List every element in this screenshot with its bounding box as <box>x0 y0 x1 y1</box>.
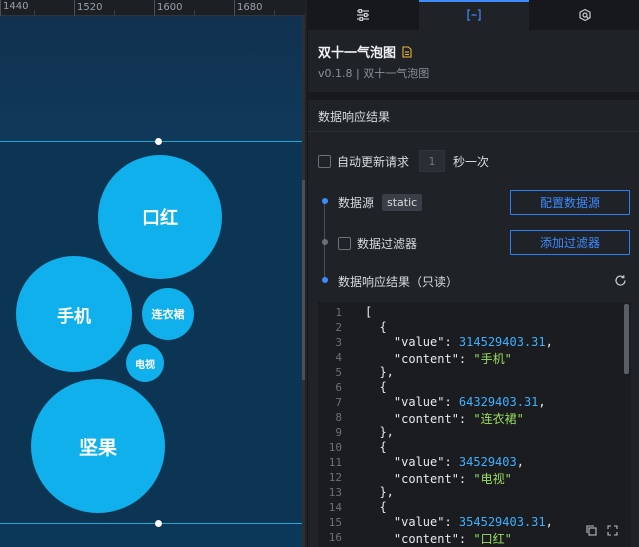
data-source-type-badge: static <box>382 193 423 211</box>
bubble-lipstick[interactable]: 口红 <box>98 155 222 279</box>
data-filter-row: 数据过滤器 <box>338 234 417 252</box>
code-line: { <box>365 380 387 394</box>
code-line: [ <box>365 305 373 319</box>
code-line: { <box>365 320 387 334</box>
ruler-tick <box>234 0 235 16</box>
code-line: { <box>365 440 387 454</box>
interaction-icon <box>578 8 592 22</box>
code-line: }, <box>365 425 394 439</box>
timeline-dot-result <box>322 277 328 283</box>
interval-input[interactable]: 1 <box>419 150 446 172</box>
add-filter-button[interactable]: 添加过滤器 <box>510 230 630 255</box>
interval-unit: 秒一次 <box>453 154 490 169</box>
data-result-label: 数据响应结果（只读） <box>338 274 459 289</box>
code-line: }, <box>365 365 394 379</box>
horizontal-ruler: 1440 1520 1600 1680 <box>0 0 305 16</box>
line-number: 7 <box>335 396 342 409</box>
editor-scrollbar[interactable] <box>624 304 629 374</box>
code-line: }, <box>365 485 394 499</box>
refresh-icon[interactable] <box>614 272 627 291</box>
data-filter-label: 数据过滤器 <box>357 236 418 251</box>
line-number: 15 <box>328 516 342 529</box>
line-number: 11 <box>328 456 342 469</box>
document-icon[interactable] <box>402 45 412 58</box>
line-number: 12 <box>328 471 342 484</box>
ruler-label: 1440 <box>3 1 29 12</box>
ruler-label: 1680 <box>237 2 263 13</box>
code-line: "value": 64329403.31, <box>365 395 546 409</box>
line-number: 16 <box>328 531 342 544</box>
ruler-tick <box>0 0 1 16</box>
bubble-phone[interactable]: 手机 <box>16 256 132 372</box>
code-line: "value": 34529403, <box>365 455 524 469</box>
json-code-editor[interactable]: 1 2 3 4 5 6 7 8 9 10 11 12 13 14 15 16 [ { "value": 314… <box>318 302 631 547</box>
code-line: "value": 314529403.31, <box>365 335 553 349</box>
section-divider <box>308 92 639 100</box>
line-number: 2 <box>335 321 342 334</box>
code-line: "value": 354529403.31, <box>365 515 553 529</box>
code-line: "content": "口红" <box>365 532 512 546</box>
data-flow-timeline <box>322 197 328 287</box>
data-bracket-icon <box>466 9 482 21</box>
ruler-tick <box>154 0 155 16</box>
ruler-tick <box>74 0 75 16</box>
resize-handle-bottom[interactable] <box>155 520 162 527</box>
bubble-tv[interactable]: 电视 <box>126 344 164 382</box>
line-number: 6 <box>335 381 342 394</box>
auto-update-row: 自动更新请求 1 秒一次 <box>318 150 489 172</box>
canvas-scrollbar-thumb[interactable] <box>302 180 305 380</box>
line-number: 3 <box>335 336 342 349</box>
resize-handle-top[interactable] <box>155 138 162 145</box>
ruler-label: 1600 <box>157 2 183 13</box>
line-number-gutter: 1 2 3 4 5 6 7 8 9 10 11 12 13 14 15 16 <box>318 302 358 547</box>
line-number: 8 <box>335 411 342 424</box>
filter-checkbox[interactable] <box>338 236 351 250</box>
data-source-row: 数据源 static <box>338 192 423 212</box>
config-panel: 双十一气泡图 v0.1.8 | 双十一气泡图 数据响应结果 自动更新请求 1 秒… <box>307 0 639 547</box>
tab-config[interactable] <box>308 0 419 30</box>
line-number: 10 <box>328 441 342 454</box>
bubble-nuts[interactable]: 坚果 <box>31 379 165 513</box>
fullscreen-icon[interactable] <box>607 521 618 540</box>
line-number: 1 <box>335 306 342 319</box>
section-title: 数据响应结果 <box>318 110 391 124</box>
panel-tabs <box>308 0 639 30</box>
line-number: 14 <box>328 501 342 514</box>
design-canvas[interactable]: 1440 1520 1600 1680 口红 手机 连衣裙 电视 坚果 <box>0 0 305 547</box>
component-version: v0.1.8 | 双十一气泡图 <box>318 67 430 80</box>
editor-toolbar <box>586 521 618 540</box>
code-line: { <box>365 500 387 514</box>
line-number: 4 <box>335 351 342 364</box>
bubble-dress[interactable]: 连衣裙 <box>142 288 194 340</box>
component-title: 双十一气泡图 <box>318 46 397 61</box>
data-source-label: 数据源 <box>338 195 375 210</box>
line-number: 9 <box>335 426 342 439</box>
tab-interaction[interactable] <box>529 0 639 30</box>
tab-data[interactable] <box>418 0 530 30</box>
auto-update-label: 自动更新请求 <box>337 154 410 169</box>
timeline-dot-source <box>322 198 328 204</box>
auto-update-checkbox[interactable] <box>318 154 331 168</box>
component-header: 双十一气泡图 <box>318 42 412 61</box>
line-number: 13 <box>328 486 342 499</box>
configure-source-button[interactable]: 配置数据源 <box>510 190 630 215</box>
section-separator <box>308 131 639 132</box>
line-number: 5 <box>335 366 342 379</box>
timeline-dot-filter <box>322 239 328 245</box>
sliders-icon <box>356 9 370 21</box>
data-result-row: 数据响应结果（只读） <box>338 272 458 290</box>
ruler-label: 1520 <box>77 2 103 13</box>
copy-icon[interactable] <box>586 521 597 540</box>
